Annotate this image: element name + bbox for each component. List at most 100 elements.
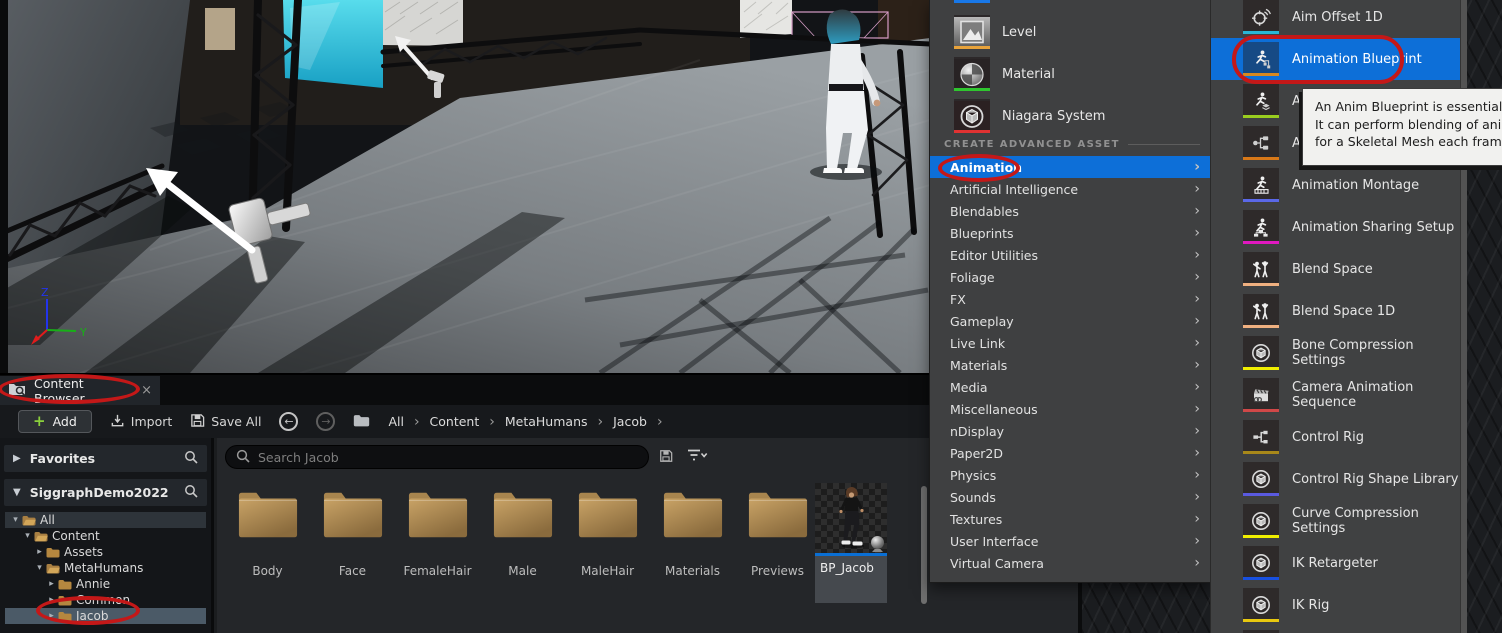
breadcrumb-all[interactable]: All: [388, 414, 404, 429]
submenu-item-blend-space-1d[interactable]: Blend Space 1D: [1211, 290, 1461, 332]
menu-item-media[interactable]: Media›: [930, 376, 1210, 398]
anim-montage-icon: [1243, 168, 1279, 202]
submenu-item-animation-montage[interactable]: Animation Montage: [1211, 164, 1461, 206]
content-browser-tab[interactable]: Content Browser ×: [0, 376, 160, 405]
tree-item-metahumans[interactable]: ▾MetaHumans: [5, 560, 206, 576]
content-browser-icon: [8, 381, 26, 401]
submenu-item-animation-blueprint[interactable]: Animation Blueprint: [1211, 38, 1461, 80]
import-button[interactable]: Import: [110, 413, 173, 431]
folder-femalehair[interactable]: FemaleHair: [395, 482, 480, 578]
save-search-icon[interactable]: [659, 448, 673, 467]
favorites-section[interactable]: ▶ Favorites: [4, 445, 207, 472]
menu-item-animation[interactable]: Animation›: [930, 156, 1210, 178]
menu-item-physics[interactable]: Physics›: [930, 464, 1210, 486]
menu-item-blueprints[interactable]: Blueprints›: [930, 222, 1210, 244]
save-all-button[interactable]: Save All: [190, 413, 261, 431]
submenu-item-animation-sharing-setup[interactable]: Animation Sharing Setup: [1211, 206, 1461, 248]
menu-item-ndisplay[interactable]: nDisplay›: [930, 420, 1210, 442]
menu-item-blendables[interactable]: Blendables›: [930, 200, 1210, 222]
collapse-caret-icon[interactable]: ▾: [10, 515, 21, 525]
breadcrumb-metahumans[interactable]: MetaHumans: [505, 414, 588, 429]
tree-item-annie[interactable]: ▸Annie: [5, 576, 206, 592]
submenu-item-camera-animation-sequence[interactable]: Camera Animation Sequence: [1211, 374, 1461, 416]
folder-materials[interactable]: Materials: [650, 482, 735, 578]
folder-icon: [237, 490, 299, 544]
create-advanced-asset-header: CREATE ADVANCED ASSET: [944, 139, 1200, 150]
expand-caret-icon[interactable]: ▸: [46, 611, 57, 621]
menu-item-niagara-system[interactable]: Niagara System: [930, 95, 1210, 137]
menu-item-textures[interactable]: Textures›: [930, 508, 1210, 530]
search-input[interactable]: [258, 450, 638, 465]
menu-item-material[interactable]: Material: [930, 53, 1210, 95]
collapse-caret-icon[interactable]: ▾: [22, 531, 33, 541]
back-button[interactable]: ←: [279, 412, 298, 431]
breadcrumb-separator-icon: ›: [657, 414, 663, 430]
collapse-caret-icon[interactable]: ▼: [13, 487, 21, 498]
folder-icon: [58, 595, 72, 606]
menu-item-materials[interactable]: Materials›: [930, 354, 1210, 376]
breadcrumb-jacob[interactable]: Jacob: [613, 414, 647, 429]
folder-icon: [407, 490, 469, 544]
folder-male[interactable]: Male: [480, 482, 565, 578]
expand-caret-icon[interactable]: ▸: [34, 547, 45, 557]
folder-face[interactable]: Face: [310, 482, 395, 578]
forward-button[interactable]: →: [316, 412, 335, 431]
menu-item-level[interactable]: Level: [930, 11, 1210, 53]
vertical-scrollbar[interactable]: [921, 486, 927, 604]
menu-item-foliage[interactable]: Foliage›: [930, 266, 1210, 288]
menu-item-user-interface[interactable]: User Interface›: [930, 530, 1210, 552]
content-browser-toolbar: + Add Import Save All ← → All › Content › Me…: [0, 405, 1082, 438]
breadcrumb-content[interactable]: Content: [430, 414, 480, 429]
submenu-item-blend-space[interactable]: Blend Space: [1211, 248, 1461, 290]
menu-item-sounds[interactable]: Sounds›: [930, 486, 1210, 508]
expand-caret-icon[interactable]: ▸: [46, 595, 57, 605]
submenu-item-ik-rig[interactable]: IK Rig: [1211, 584, 1461, 626]
level-viewport[interactable]: Z Y: [0, 0, 930, 373]
search-bar[interactable]: [225, 445, 649, 469]
expand-caret-icon[interactable]: ▶: [13, 453, 21, 464]
submenu-item-ik-retargeter[interactable]: IK Retargeter: [1211, 542, 1461, 584]
asset-thumbnail: [815, 483, 887, 553]
folder-body[interactable]: Body: [225, 482, 310, 578]
asset-bp-jacob[interactable]: BP_Jacob: [815, 483, 887, 603]
tree-item-assets[interactable]: ▸Assets: [5, 544, 206, 560]
path-folder-icon: [353, 412, 370, 431]
cube-icon: [1243, 588, 1279, 622]
collection-section[interactable]: ▼ SiggraphDemo2022: [4, 479, 207, 506]
tree-item-common[interactable]: ▸Common: [5, 592, 206, 608]
folder-malehair[interactable]: MaleHair: [565, 482, 650, 578]
axis-z-label: Z: [41, 286, 49, 299]
filter-icon[interactable]: [686, 448, 708, 467]
folder-previews[interactable]: Previews: [735, 482, 820, 578]
search-icon[interactable]: [184, 483, 198, 502]
chevron-right-icon: ›: [1194, 446, 1200, 460]
submenu-item-control-rig[interactable]: Control Rig: [1211, 416, 1461, 458]
menu-item-editor-utilities[interactable]: Editor Utilities›: [930, 244, 1210, 266]
tree-item-all[interactable]: ▾All: [5, 512, 206, 528]
menu-item-miscellaneous[interactable]: Miscellaneous›: [930, 398, 1210, 420]
menu-item-fx[interactable]: FX›: [930, 288, 1210, 310]
submenu-item-bone-compression-settings[interactable]: Bone Compression Settings: [1211, 332, 1461, 374]
search-icon[interactable]: [184, 449, 198, 468]
add-button[interactable]: + Add: [18, 410, 92, 433]
menu-item-artificial-intelligence[interactable]: Artificial Intelligence›: [930, 178, 1210, 200]
chevron-right-icon: ›: [1194, 226, 1200, 240]
tree-item-content[interactable]: ▾Content: [5, 528, 206, 544]
tab-close-icon[interactable]: ×: [141, 383, 152, 398]
save-icon: [190, 413, 205, 431]
breadcrumb-separator-icon: ›: [414, 414, 420, 430]
menu-item-live-link[interactable]: Live Link›: [930, 332, 1210, 354]
submenu-item-control-rig-shape-library[interactable]: Control Rig Shape Library: [1211, 458, 1461, 500]
collapse-caret-icon[interactable]: ▾: [34, 563, 45, 573]
menu-item-gameplay[interactable]: Gameplay›: [930, 310, 1210, 332]
menu-item-virtual-camera[interactable]: Virtual Camera›: [930, 552, 1210, 574]
aim-offset-icon: [1243, 0, 1279, 34]
menu-item-paper2d[interactable]: Paper2D›: [930, 442, 1210, 464]
advanced-asset-categories: Animation›Artificial Intelligence›Blenda…: [930, 156, 1210, 574]
expand-caret-icon[interactable]: ▸: [46, 579, 57, 589]
submenu-item-curve-compression-settings[interactable]: Curve Compression Settings: [1211, 500, 1461, 542]
submenu-item-aim-offset-1d[interactable]: Aim Offset 1D: [1211, 0, 1461, 38]
cube-icon: [1243, 462, 1279, 496]
chevron-right-icon: ›: [1194, 512, 1200, 526]
tree-item-jacob[interactable]: ▸Jacob: [5, 608, 206, 624]
